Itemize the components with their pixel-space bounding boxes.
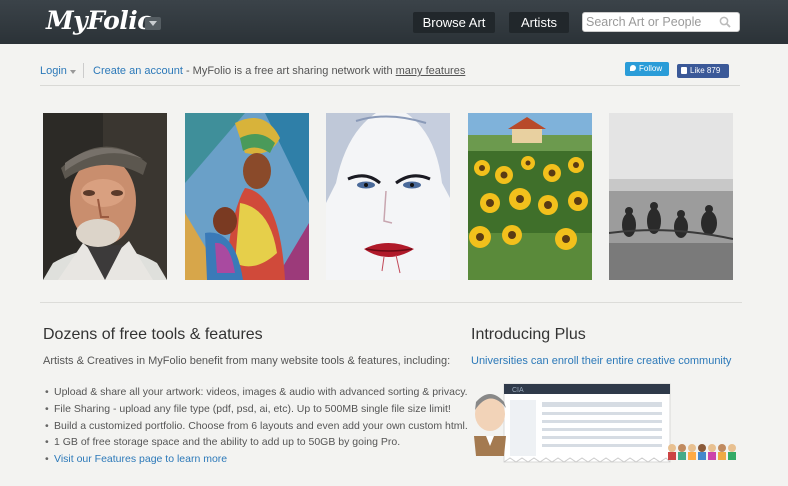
create-account-link[interactable]: Create an account [93, 65, 183, 77]
list-item: Upload & share all your artwork: videos,… [45, 385, 468, 402]
separator [83, 63, 84, 78]
colorful-mother-child-painting-thumbnail[interactable] [185, 113, 309, 280]
sunflowers-painting-thumbnail[interactable] [468, 113, 592, 280]
myfolio-logo[interactable]: MyFolio [46, 6, 154, 35]
beach-fishermen-photo-icon [609, 113, 733, 280]
plus-promo-illustration-icon[interactable]: CIA [470, 380, 740, 468]
login-chevron-down-icon[interactable] [70, 70, 76, 74]
list-item: Build a customized portfolio. Choose fro… [45, 419, 468, 436]
tools-intro: Artists & Creatives in MyFolio benefit f… [43, 355, 451, 367]
artists-button[interactable]: Artists [509, 12, 569, 33]
svg-text:CIA: CIA [512, 387, 524, 394]
features-list: Upload & share all your artwork: videos,… [45, 385, 468, 469]
twitter-follow-button[interactable]: Follow [625, 62, 669, 76]
portrait-old-man-painting-icon [43, 113, 167, 280]
search-icon[interactable] [719, 16, 731, 28]
plus-heading: Introducing Plus [471, 326, 586, 343]
features-page-link[interactable]: Visit our Features page to learn more [45, 452, 468, 469]
tools-heading: Dozens of free tools & features [43, 326, 263, 343]
browse-art-button[interactable]: Browse Art [413, 12, 495, 33]
twitter-bird-icon [630, 65, 636, 71]
section-divider [40, 302, 742, 303]
search-box [582, 12, 740, 32]
colorful-mother-child-painting-icon [185, 113, 309, 280]
many-features-link[interactable]: many features [396, 65, 466, 77]
tagline: Create an account - MyFolio is a free ar… [93, 65, 465, 77]
beach-fishermen-photo-thumbnail[interactable] [609, 113, 733, 280]
search-input[interactable] [583, 13, 713, 31]
list-item: File Sharing - upload any file type (pdf… [45, 402, 468, 419]
facebook-like-count: 879 [706, 66, 721, 75]
sunflowers-painting-icon [468, 113, 592, 280]
facebook-like-button[interactable]: Like 879 [677, 64, 729, 78]
twitter-follow-label: Follow [639, 64, 663, 73]
logo-dropdown-chevron-icon[interactable] [145, 17, 161, 30]
top-navigation-bar: MyFolio Browse Art Artists [0, 0, 788, 44]
portrait-old-man-painting-thumbnail[interactable] [43, 113, 167, 280]
login-link[interactable]: Login [40, 65, 67, 77]
thumbs-up-icon [681, 67, 687, 74]
list-item: 1 GB of free storage space and the abili… [45, 435, 468, 452]
woman-face-watercolor-icon [326, 113, 450, 280]
universities-enroll-link[interactable]: Universities can enroll their entire cre… [471, 355, 731, 367]
tagline-text: - MyFolio is a free art sharing network … [182, 65, 396, 77]
account-bar: Login Create an account - MyFolio is a f… [40, 62, 740, 86]
woman-face-watercolor-thumbnail[interactable] [326, 113, 450, 280]
facebook-like-label: Like [690, 66, 705, 75]
